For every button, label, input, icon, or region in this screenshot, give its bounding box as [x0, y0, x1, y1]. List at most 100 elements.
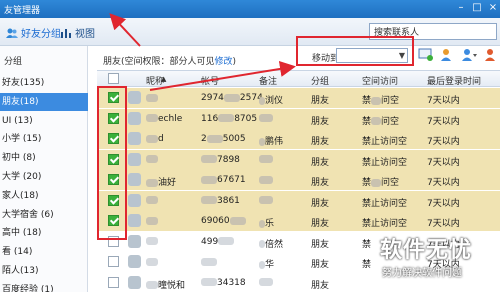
nickname-cell: [146, 155, 158, 165]
redacted-text: [201, 196, 217, 204]
screen-icon[interactable]: [418, 48, 434, 62]
space-access-cell: 禁问空: [362, 175, 399, 188]
note-cell-text: 倍然: [265, 239, 284, 250]
table-row[interactable]: echle 116 8705 朋友 禁问空 7天以内: [97, 108, 500, 129]
group-cell: 朋友: [311, 93, 329, 106]
row-checkbox[interactable]: [108, 256, 119, 267]
redacted-text: [201, 278, 217, 286]
table-row[interactable]: d 2 5005 鹏伟 朋友 禁止访问空 7天以内: [97, 129, 500, 149]
account-cell: 2 5005: [201, 134, 246, 144]
account-cell: 499: [201, 237, 235, 247]
sidebar-group-item[interactable]: 初中 (8): [0, 149, 88, 167]
last-login-cell: 7天以内: [427, 134, 460, 147]
note-cell: 浏仪: [259, 93, 283, 106]
remove-contact-icon[interactable]: [484, 48, 500, 62]
group-cell-text: 朋友: [311, 96, 330, 106]
redacted-text: [259, 155, 273, 163]
table-row[interactable]: 2974 2574 浏仪 朋友 禁问空 7天以内: [97, 88, 500, 108]
note-cell: 倍然: [259, 237, 283, 250]
column-group[interactable]: 分组: [311, 74, 329, 87]
account-end-text: 7898: [217, 154, 240, 165]
avatar: [128, 132, 141, 145]
table-row[interactable]: 3861 朋友 禁止访问空 7天以内: [97, 190, 500, 211]
add-contact-icon[interactable]: [440, 48, 456, 62]
last-login-cell-text: 7天以内: [427, 178, 460, 188]
view-icon: [61, 28, 71, 38]
permission-text: 朋友(空间权限：部分人可见修改): [103, 54, 236, 67]
table-row[interactable]: 69060 乐 朋友 禁止访问空 7天以内: [97, 211, 500, 231]
sidebar-group-item[interactable]: 朋友(18): [0, 92, 88, 111]
sidebar-group-item[interactable]: 百度经验 (1): [0, 281, 88, 292]
group-cell-text: 朋友: [311, 239, 330, 250]
sort-icon: ▲: [161, 75, 167, 83]
access-end-text: 问空: [381, 116, 400, 127]
account-cell: 69060: [201, 216, 246, 226]
sidebar-group-item[interactable]: 家人(18): [0, 187, 88, 205]
avatar: [128, 152, 141, 166]
minimize-icon[interactable]: –: [454, 2, 468, 14]
avatar: [128, 234, 141, 248]
column-last-login[interactable]: 最后登录时间: [427, 74, 481, 87]
note-cell: [259, 175, 273, 185]
contact-menu-icon[interactable]: [462, 48, 478, 62]
view-tab[interactable]: 视图: [60, 25, 95, 40]
account-start-text: 2974: [201, 93, 224, 103]
table-header: 昵称 ▲ 帐号 备注 分组 空间访问 最后登录时间: [97, 70, 500, 87]
space-access-cell: 禁止访问空: [362, 216, 407, 229]
modify-link[interactable]: 修改: [215, 57, 233, 67]
select-all-checkbox[interactable]: [108, 73, 119, 84]
redacted-text: [146, 155, 158, 163]
row-checkbox[interactable]: [108, 276, 119, 288]
move-to-dropdown[interactable]: ▼: [336, 48, 408, 63]
column-account[interactable]: 帐号: [201, 74, 219, 87]
table-row[interactable]: 油好 67671 朋友 禁问空 7天以内: [97, 170, 500, 190]
account-cell: 3861: [201, 196, 240, 206]
maximize-icon[interactable]: □: [470, 2, 484, 14]
last-login-cell: 7天以内: [427, 175, 460, 188]
redacted-text: [146, 237, 158, 245]
chevron-down-icon: ▼: [398, 51, 405, 60]
group-cell-text: 朋友: [311, 178, 330, 188]
sidebar-group-item[interactable]: 好友(135): [0, 74, 88, 92]
account-end-text: 3861: [217, 195, 240, 206]
access-text: 禁: [362, 116, 372, 127]
space-access-cell: 禁止访问空: [362, 155, 407, 168]
sidebar-group-item[interactable]: 陌人(13): [0, 262, 88, 280]
sidebar-group-item[interactable]: 大学宿舍 (6): [0, 206, 88, 224]
last-login-cell-text: 7天以内: [427, 137, 460, 147]
note-cell: [259, 196, 273, 206]
nickname-cell-text: echle: [158, 113, 183, 124]
avatar: [128, 214, 141, 227]
note-cell: [259, 114, 273, 124]
column-note[interactable]: 备注: [259, 74, 277, 87]
friend-group-tab[interactable]: 好友分组: [6, 25, 61, 40]
sidebar-group-item[interactable]: 小学 (15): [0, 130, 88, 148]
table-row[interactable]: 7898 朋友 禁止访问空 7天以内: [97, 149, 500, 170]
last-login-cell: 7天以内: [427, 93, 460, 106]
account-cell: [201, 257, 217, 267]
redacted-text: [146, 93, 158, 102]
close-icon[interactable]: ×: [486, 2, 500, 14]
title-bar: 友管理器 – □ ×: [0, 0, 500, 18]
nickname-cell-text: d: [158, 134, 164, 144]
last-login-cell-text: 7天以内: [427, 219, 460, 229]
last-login-cell-text: 7天以内: [427, 116, 460, 127]
redacted-text: [259, 114, 273, 122]
sidebar-group-item[interactable]: UI (13): [0, 112, 88, 130]
avatar: [128, 275, 141, 289]
redacted-text: [259, 196, 273, 204]
move-to-label: 移动到: [312, 54, 340, 64]
redacted-text: [206, 134, 223, 143]
space-access-cell: 禁: [362, 237, 371, 250]
permission-label: 朋友(空间权限：部分人可见: [103, 57, 215, 67]
column-space-access[interactable]: 空间访问: [362, 74, 398, 87]
sidebar-group-item[interactable]: 看 (14): [0, 243, 88, 261]
account-end-text: 5005: [222, 134, 246, 144]
redacted-text: [371, 117, 382, 125]
watermark-subtitle: 努力解决软件问题: [382, 268, 462, 279]
last-login-cell-text: 7天以内: [427, 198, 460, 209]
sidebar-group-item[interactable]: 高中 (18): [0, 224, 88, 242]
access-end-text: 问空: [381, 96, 400, 106]
sidebar-group-item[interactable]: 大学 (20): [0, 168, 88, 186]
friend-group-label: 好友分组: [21, 29, 61, 40]
